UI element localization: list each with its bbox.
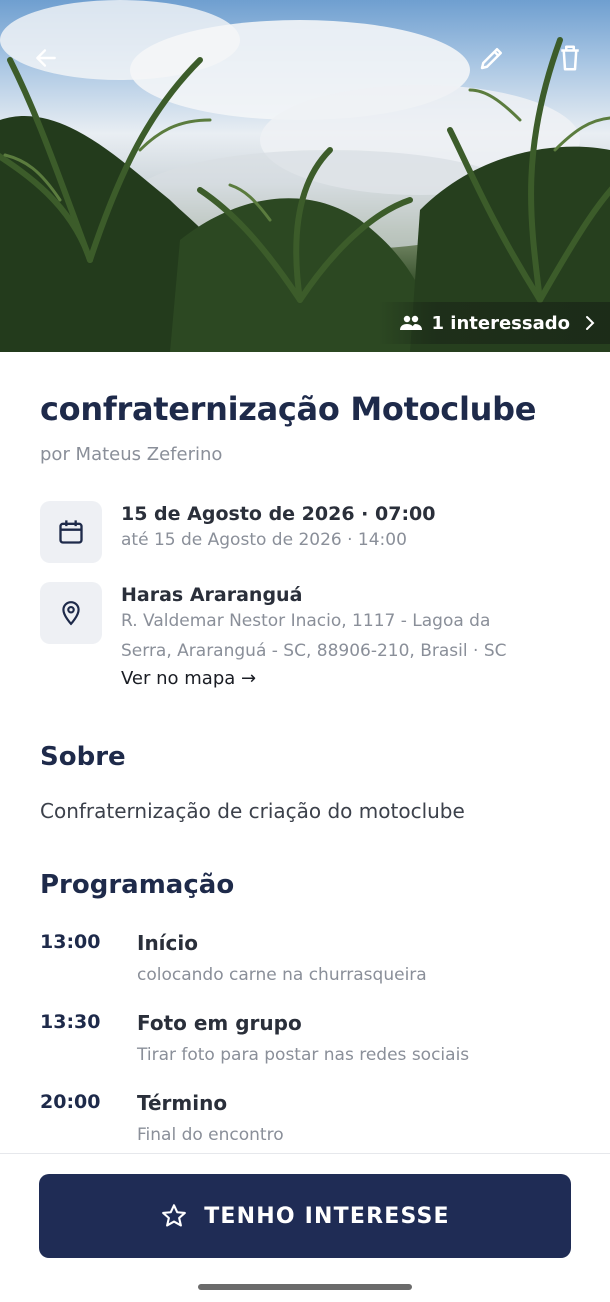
interested-count-chip[interactable]: 1 interessado [377, 302, 610, 344]
about-heading: Sobre [40, 742, 126, 772]
event-title: confraternização Motoclube [40, 390, 537, 428]
cover-image: 1 interessado [0, 0, 610, 352]
cover-photo-palms [0, 0, 610, 352]
back-button[interactable] [24, 36, 68, 80]
delete-button[interactable] [548, 36, 592, 80]
trash-icon [561, 45, 579, 71]
home-indicator[interactable] [198, 1284, 412, 1290]
event-date-start: 15 de Agosto de 2026 · 07:00 [121, 503, 436, 525]
view-on-map-link[interactable]: Ver no mapa → [121, 668, 256, 689]
schedule-time: 20:00 [40, 1091, 101, 1113]
venue-name: Haras Araranguá [121, 584, 303, 606]
schedule-title: Início [137, 931, 198, 955]
event-date-end: até 15 de Agosto de 2026 · 14:00 [121, 530, 407, 550]
event-date-row: 15 de Agosto de 2026 · 07:00 até 15 de A… [40, 501, 580, 571]
event-organizer: por Mateus Zeferino [40, 444, 223, 465]
arrow-left-icon [36, 49, 56, 67]
about-text: Confraternização de criação do motoclube [40, 799, 465, 823]
event-location-row: Haras Araranguá R. Valdemar Nestor Inaci… [40, 582, 580, 702]
calendar-icon-box [40, 501, 102, 563]
schedule-title: Término [137, 1091, 228, 1115]
calendar-icon [59, 520, 83, 544]
star-outline-icon [162, 1204, 187, 1227]
schedule-item: 13:00 Início colocando carne na churrasq… [40, 931, 580, 1001]
venue-address-line2: Serra, Araranguá - SC, 88906-210, Brasil… [121, 641, 507, 661]
chevron-right-icon [586, 316, 595, 330]
schedule-title: Foto em grupo [137, 1011, 302, 1035]
venue-address-line1: R. Valdemar Nestor Inacio, 1117 - Lagoa … [121, 611, 491, 631]
interest-button-label: TENHO INTERESSE [204, 1203, 450, 1229]
edit-button[interactable] [470, 36, 514, 80]
bottom-action-bar: TENHO INTERESSE [0, 1153, 610, 1302]
schedule-desc: colocando carne na churrasqueira [137, 965, 427, 985]
schedule-heading: Programação [40, 870, 235, 900]
pencil-icon [480, 48, 502, 70]
schedule-item: 20:00 Término Final do encontro [40, 1091, 580, 1161]
schedule-desc: Tirar foto para postar nas redes sociais [137, 1045, 470, 1065]
interested-count-label: 1 interessado [431, 312, 571, 334]
map-pin-icon [62, 601, 80, 626]
schedule-desc: Final do encontro [137, 1125, 284, 1145]
location-icon-box [40, 582, 102, 644]
schedule-time: 13:00 [40, 931, 101, 953]
schedule-time: 13:30 [40, 1011, 101, 1033]
people-icon [399, 315, 422, 330]
schedule-item: 13:30 Foto em grupo Tirar foto para post… [40, 1011, 580, 1081]
interest-button[interactable]: TENHO INTERESSE [39, 1174, 571, 1258]
